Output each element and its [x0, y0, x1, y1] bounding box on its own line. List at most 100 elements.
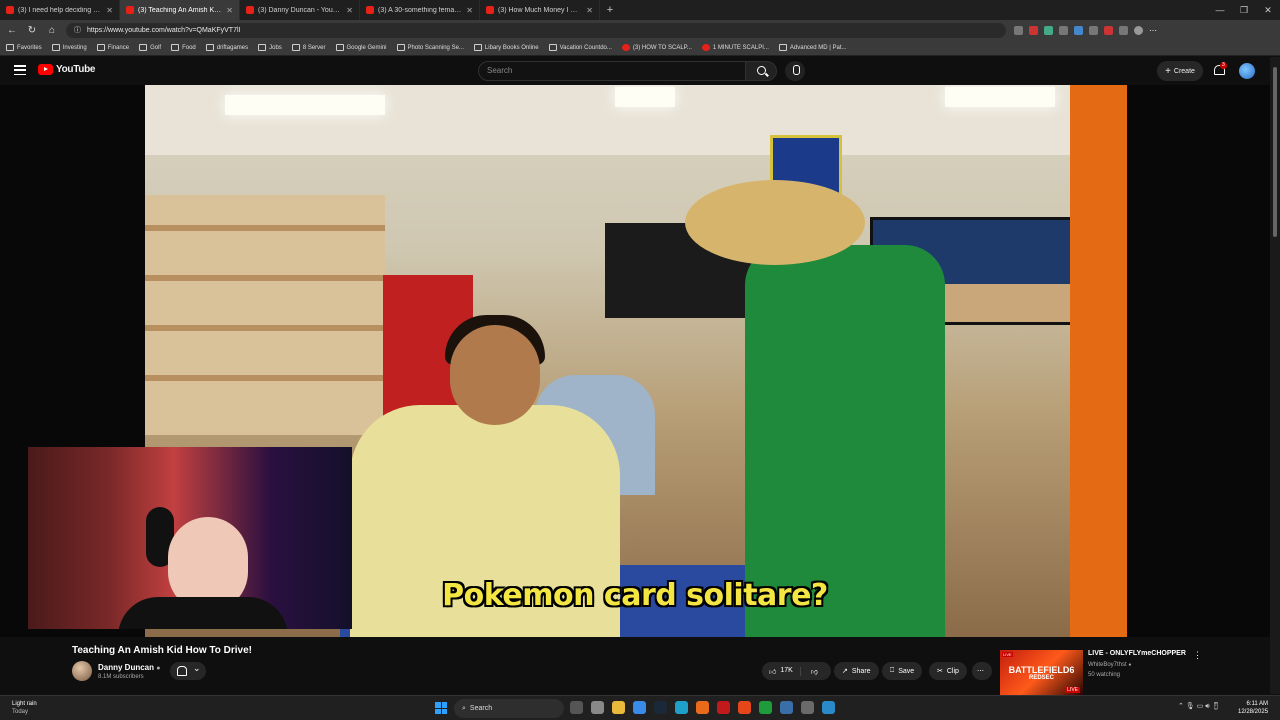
suggested-video-title[interactable]: LIVE - ONLYFLYmeCHOPPER	[1088, 650, 1186, 657]
bookmark-item[interactable]: Jobs	[258, 44, 282, 51]
new-tab-button[interactable]: +	[600, 4, 620, 16]
extension-icon[interactable]	[1044, 25, 1053, 35]
app-icon[interactable]	[780, 701, 793, 714]
create-button[interactable]: + Create	[1157, 61, 1203, 81]
dislike-button[interactable]: 👎︎	[805, 667, 818, 676]
bookmark-item[interactable]: (3) HOW TO SCALP...	[621, 44, 692, 51]
restore-button[interactable]: ❐	[1232, 0, 1256, 20]
weather-sub: Today	[12, 709, 29, 715]
file-explorer-icon[interactable]	[612, 701, 625, 714]
edge-icon[interactable]	[675, 701, 688, 714]
task-view-icon[interactable]	[570, 701, 583, 714]
thumb-up-icon: 👍︎	[769, 668, 777, 676]
share-button[interactable]: ↗ Share	[834, 662, 879, 680]
thumbnail-text: BATTLEFIELD6	[1008, 664, 1075, 675]
close-icon[interactable]: ✕	[346, 6, 353, 15]
search-input[interactable]: Search	[478, 61, 746, 81]
menu-icon[interactable]	[14, 65, 26, 75]
share-icon: ↗	[842, 668, 848, 675]
bookmark-item[interactable]: Golf	[139, 44, 161, 51]
settings-icon[interactable]	[591, 701, 604, 714]
channel-name[interactable]: Danny Duncan ●	[98, 663, 160, 672]
back-button[interactable]: ←	[6, 25, 18, 36]
extension-icon[interactable]	[1029, 25, 1038, 35]
reload-button[interactable]: ↻	[26, 25, 38, 36]
home-button[interactable]: ⌂	[46, 25, 58, 36]
tab-4[interactable]: (3) A 30-something female invest ✕	[360, 0, 480, 20]
search-button[interactable]	[745, 61, 777, 81]
tab-2[interactable]: (3) Teaching An Amish Kid H ✕	[120, 0, 240, 20]
subscribed-bell-button[interactable]	[170, 662, 206, 680]
page-scrollbar[interactable]	[1270, 57, 1280, 694]
info-icon[interactable]: ⓘ	[74, 25, 81, 35]
scrollbar-thumb[interactable]	[1273, 67, 1277, 237]
bookmark-item[interactable]: Libary Books Online	[473, 44, 539, 51]
close-icon[interactable]: ✕	[586, 6, 593, 15]
more-options-icon[interactable]: ⋮	[1193, 650, 1202, 661]
suggested-video-thumbnail[interactable]: LIVE BATTLEFIELD6 REDSEC LIVE	[1000, 650, 1083, 695]
bookmark-item[interactable]: Advanced MD | Pat...	[778, 44, 847, 51]
microphone-icon[interactable]	[785, 61, 805, 81]
extension-icon[interactable]	[1119, 25, 1128, 35]
suggested-channel-name[interactable]: WhiteBoy7thst ●	[1088, 662, 1131, 668]
bookmark-item[interactable]: Favorites	[6, 44, 42, 51]
steam-icon[interactable]	[654, 701, 667, 714]
taskbar-clock[interactable]: 6:11 AM 12/28/2025	[1238, 700, 1268, 716]
close-icon[interactable]: ✕	[466, 6, 473, 15]
start-button[interactable]	[435, 702, 447, 714]
minimize-button[interactable]: —	[1208, 0, 1232, 20]
bookmark-item[interactable]: Investing	[51, 44, 87, 51]
url-field[interactable]: ⓘ https://www.youtube.com/watch?v=QMaKFy…	[66, 22, 1006, 38]
bookmark-item[interactable]: Vacation Countdo...	[548, 44, 612, 51]
close-icon[interactable]: ✕	[226, 6, 233, 15]
xbox-icon[interactable]	[759, 701, 772, 714]
more-actions-button[interactable]: ⋯	[972, 662, 992, 680]
extension-icon[interactable]	[1074, 25, 1083, 35]
bookmark-item[interactable]: driftagames	[205, 44, 248, 51]
channel-avatar[interactable]	[72, 661, 92, 681]
profile-icon[interactable]	[1134, 25, 1143, 35]
app-icon[interactable]	[822, 701, 835, 714]
site-icon	[548, 44, 557, 51]
save-button[interactable]: ⎕ Save	[882, 662, 923, 680]
bookmark-item[interactable]: Finance	[96, 44, 129, 51]
tab-3[interactable]: (3) Danny Duncan - YouTube ✕	[240, 0, 360, 20]
bookmark-item[interactable]: Google Gemini	[335, 44, 387, 51]
opera-icon[interactable]	[717, 701, 730, 714]
tab-1[interactable]: (3) I need help deciding my next✕	[0, 0, 120, 20]
bookmark-item[interactable]: 8 Server	[291, 44, 326, 51]
share-label: Share	[851, 667, 871, 675]
like-button[interactable]: 👍︎ 17K	[762, 666, 801, 676]
streamer-body	[118, 597, 288, 629]
bookmark-item[interactable]: Food	[171, 44, 196, 51]
suggested-channel-text: WhiteBoy7thst	[1088, 662, 1127, 668]
clip-button[interactable]: ✂ Clip	[929, 662, 967, 680]
weather-widget[interactable]: Light rain Today	[12, 700, 37, 716]
extension-icon[interactable]	[1089, 25, 1098, 35]
brave-icon[interactable]	[738, 701, 751, 714]
site-icon	[396, 44, 405, 51]
close-icon[interactable]: ✕	[106, 6, 113, 15]
channel-name-text: Danny Duncan	[98, 663, 155, 672]
tab-label: (3) Danny Duncan - YouTube	[258, 6, 343, 14]
extension-icon[interactable]	[1104, 25, 1113, 35]
youtube-logo[interactable]: YouTube	[38, 64, 96, 75]
video-title: Teaching An Amish Kid How To Drive!	[72, 645, 253, 656]
date-text: 12/28/2025	[1238, 709, 1269, 715]
bookmark-item[interactable]: Photo Scanning Se...	[396, 44, 464, 51]
extension-icon[interactable]	[1014, 25, 1023, 35]
menu-icon[interactable]: ⋯	[1149, 26, 1157, 35]
extension-icon[interactable]	[1059, 25, 1068, 35]
close-window-button[interactable]: ✕	[1256, 0, 1280, 20]
account-avatar[interactable]	[1239, 63, 1255, 79]
taskbar-search[interactable]: ⌕ Search	[454, 699, 564, 718]
video-scene-light	[615, 87, 675, 107]
store-icon[interactable]	[633, 701, 646, 714]
firefox-icon[interactable]	[696, 701, 709, 714]
tab-5[interactable]: (3) How Much Money I made Day ✕	[480, 0, 600, 20]
verified-icon: ●	[156, 665, 161, 672]
system-tray[interactable]: ⌃ 🎙︎ ▭ 🔊︎ 🔋︎	[1178, 702, 1220, 711]
app-icon[interactable]	[801, 701, 814, 714]
search-icon: ⌕	[462, 704, 466, 712]
bookmark-item[interactable]: 1 MINUTE SCALPI...	[701, 44, 769, 51]
